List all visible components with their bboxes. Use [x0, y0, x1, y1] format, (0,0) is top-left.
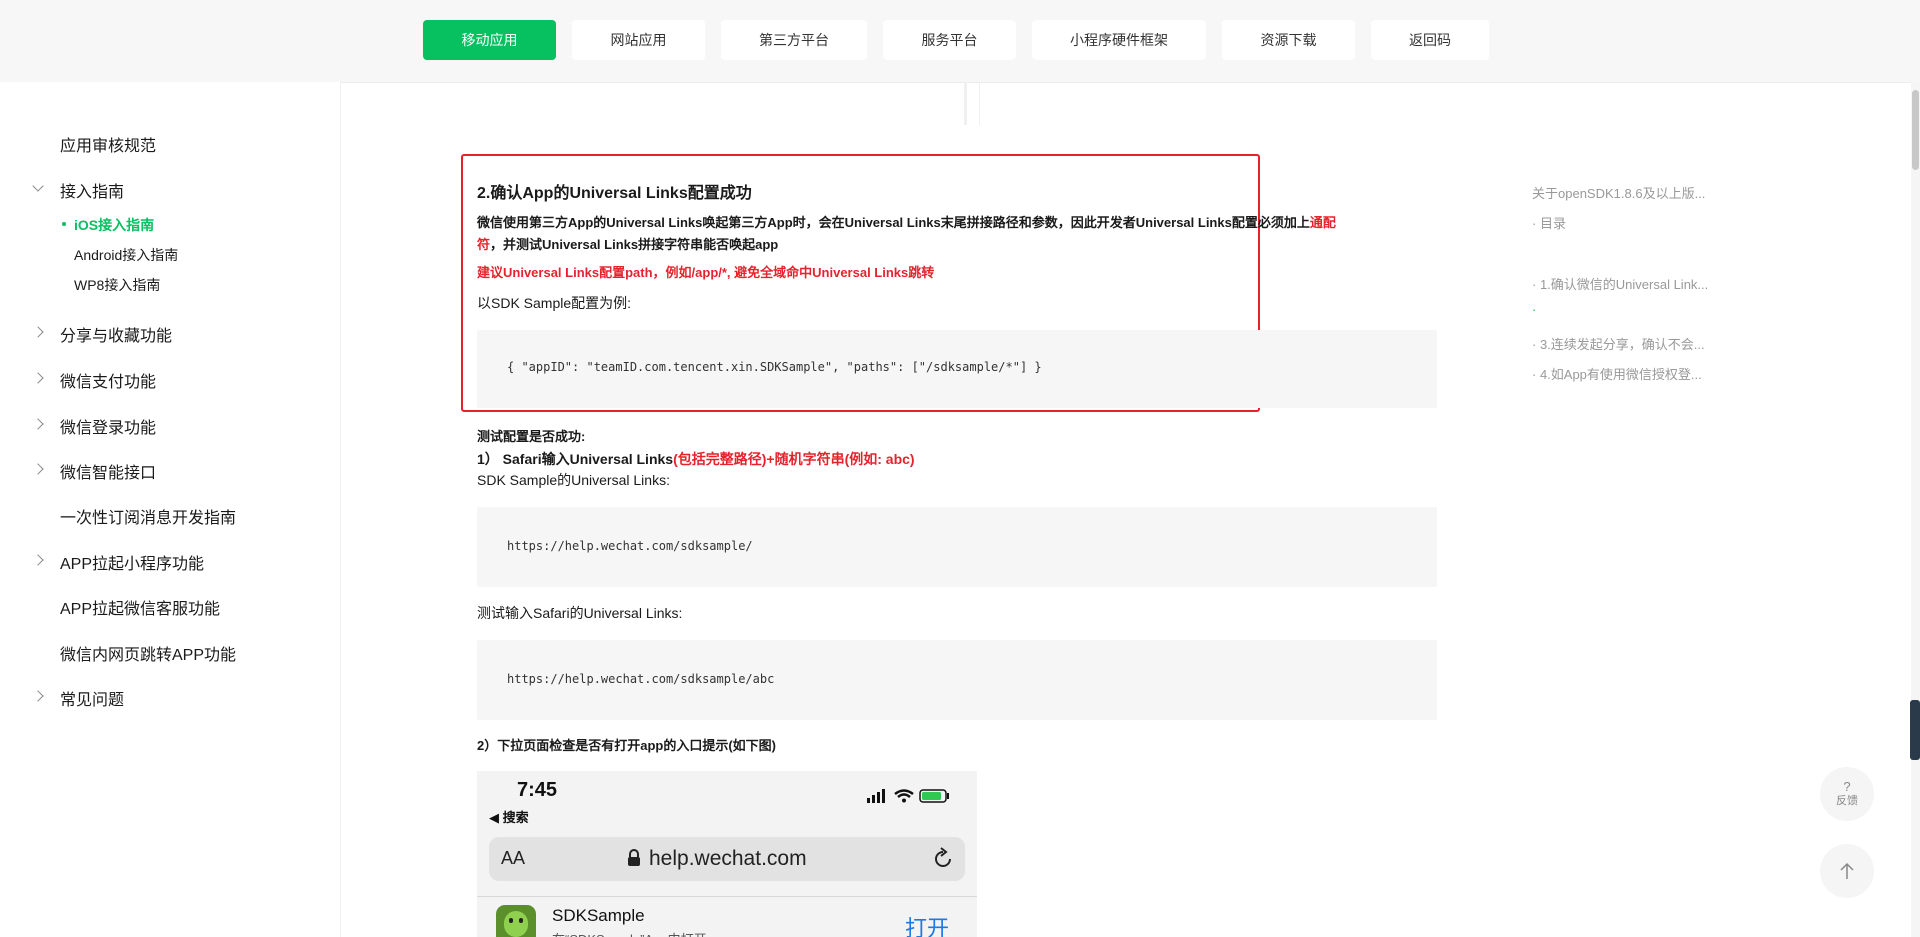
toc-item-directory[interactable]: · 目录	[1532, 213, 1566, 232]
tab-service-platform[interactable]: 服务平台	[883, 20, 1016, 60]
active-dot-icon	[62, 222, 66, 226]
signal-icon	[867, 789, 885, 803]
phone-divider	[477, 896, 977, 897]
text-size-icon: AA	[501, 848, 526, 868]
toc-item-step3[interactable]: · 3.连续发起分享，确认不会...	[1532, 334, 1705, 353]
content-divider	[964, 82, 967, 125]
path-suggestion: 建议Universal Links配置path，例如/app/*, 避免全域命中…	[477, 265, 935, 280]
category-nav: 移动应用 网站应用 第三方平台 服务平台 小程序硬件框架 资源下载 返回码	[423, 20, 1489, 60]
sidebar: 应用审核规范 接入指南 iOS接入指南 Android接入指南 WP8接入指南 …	[0, 82, 341, 937]
phone-screenshot: 7:45 ◀ 搜索 AA help.wechat.com SDKSample 在…	[477, 771, 977, 937]
toc-item-step1[interactable]: · 1.确认微信的Universal Link...	[1532, 274, 1708, 293]
phone-app-name: SDKSample	[552, 906, 645, 925]
code-config-text: { "appID": "teamID.com.tencent.xin.SDKSa…	[507, 360, 1042, 374]
back-to-top-button[interactable]	[1820, 844, 1874, 898]
code-test-link-text: https://help.wechat.com/sdksample/abc	[507, 672, 775, 686]
step1-text: 1） Safari输入Universal Links	[477, 451, 674, 467]
sidebar-subitem-ios[interactable]: iOS接入指南	[74, 215, 154, 235]
chevron-down-icon[interactable]	[32, 180, 44, 192]
status-icons	[867, 789, 949, 803]
arrow-up-icon	[1840, 862, 1854, 879]
sidebar-item-smart-api[interactable]: 微信智能接口	[60, 459, 156, 483]
step2: 2）下拉页面检查是否有打开app的入口提示(如下图)	[477, 738, 777, 753]
code-block-test-link: https://help.wechat.com/sdksample/abc	[477, 640, 1437, 720]
sidebar-item-faq[interactable]: 常见问题	[60, 686, 124, 710]
content-divider	[979, 82, 980, 125]
tab-third-party-platform[interactable]: 第三方平台	[721, 20, 867, 60]
sidebar-item-launch-kefu[interactable]: APP拉起微信客服功能	[60, 595, 220, 619]
phone-back: ◀ 搜索	[489, 810, 529, 825]
tab-miniprogram-hardware[interactable]: 小程序硬件框架	[1032, 20, 1206, 60]
side-widget-handle[interactable]	[1910, 700, 1920, 760]
lock-icon	[628, 849, 640, 866]
battery-icon	[919, 789, 949, 803]
chevron-right-icon[interactable]	[32, 690, 44, 702]
sdksample-app-icon	[496, 905, 536, 937]
chevron-right-icon[interactable]	[32, 326, 44, 338]
phone-url: help.wechat.com	[649, 847, 807, 870]
sidebar-item-login[interactable]: 微信登录功能	[60, 414, 156, 438]
intro-paragraph: 微信使用第三方App的Universal Links唤起第三方App时，会在Un…	[477, 212, 1417, 256]
tab-website-app[interactable]: 网站应用	[572, 20, 705, 60]
chevron-right-icon[interactable]	[32, 463, 44, 475]
wildcard-text-tail: 符	[477, 237, 491, 252]
chevron-right-icon[interactable]	[32, 554, 44, 566]
section-heading: 2.确认App的Universal Links配置成功	[477, 185, 752, 202]
sidebar-item-access-guide[interactable]: 接入指南	[60, 178, 124, 202]
feedback-button[interactable]: ? 反馈	[1820, 767, 1874, 821]
phone-address-bar: AA help.wechat.com	[489, 837, 965, 881]
sidebar-item-web-to-app[interactable]: 微信内网页跳转APP功能	[60, 641, 236, 665]
phone-time: 7:45	[517, 779, 558, 801]
sidebar-item-subscribe-msg[interactable]: 一次性订阅消息开发指南	[60, 504, 236, 528]
phone-open-link: 打开	[905, 916, 950, 937]
sidebar-item-launch-miniprogram[interactable]: APP拉起小程序功能	[60, 550, 204, 574]
tab-return-code[interactable]: 返回码	[1371, 20, 1489, 60]
code-block-sample-link: https://help.wechat.com/sdksample/	[477, 507, 1437, 587]
reload-icon	[935, 847, 951, 867]
wildcard-text: 通配	[1309, 215, 1336, 230]
intro-text-tail: ，并测试Universal Links拼接字符串能否唤起app	[490, 237, 779, 252]
code-block-config: { "appID": "teamID.com.tencent.xin.SDKSa…	[477, 330, 1437, 408]
toc-item-step4[interactable]: · 4.如App有使用微信授权登...	[1532, 364, 1702, 383]
code-sample-link-text: https://help.wechat.com/sdksample/	[507, 539, 753, 553]
sidebar-item-pay[interactable]: 微信支付功能	[60, 368, 156, 392]
sample-links-label: SDK Sample的Universal Links:	[477, 472, 670, 488]
test-input-label: 测试输入Safari的Universal Links:	[477, 605, 683, 621]
toc-item-opensdk[interactable]: 关于openSDK1.8.6及以上版...	[1532, 183, 1705, 202]
top-navbar: 移动应用 网站应用 第三方平台 服务平台 小程序硬件框架 资源下载 返回码	[0, 0, 1920, 83]
test-title: 测试配置是否成功:	[477, 429, 586, 444]
sidebar-subitem-wp8[interactable]: WP8接入指南	[74, 275, 160, 295]
phone-app-subtitle: 在“SDKSample”App中打开	[552, 929, 707, 937]
tab-resource-download[interactable]: 资源下载	[1222, 20, 1355, 60]
chevron-right-icon[interactable]	[32, 418, 44, 430]
sample-config-label: 以SDK Sample配置为例:	[477, 295, 632, 311]
question-icon: ?	[1843, 779, 1851, 794]
step1: 1） Safari输入Universal Links(包括完整路径)+随机字符串…	[477, 448, 915, 470]
wifi-icon	[894, 789, 914, 803]
chevron-right-icon[interactable]	[32, 372, 44, 384]
intro-text: 微信使用第三方App的Universal Links唤起第三方App时，会在Un…	[477, 215, 1310, 230]
sidebar-item-app-review[interactable]: 应用审核规范	[60, 132, 156, 156]
sidebar-item-share[interactable]: 分享与收藏功能	[60, 322, 172, 346]
scrollbar-track[interactable]	[1911, 82, 1920, 937]
tab-mobile-app[interactable]: 移动应用	[423, 20, 556, 60]
step1-red-text: (包括完整路径)+随机字符串(例如: abc)	[673, 451, 915, 467]
toc-item-step2-active[interactable]: ·	[1532, 302, 1536, 317]
sidebar-subitem-android[interactable]: Android接入指南	[74, 245, 178, 265]
feedback-label: 反馈	[1836, 795, 1858, 807]
scrollbar-thumb[interactable]	[1912, 90, 1919, 170]
